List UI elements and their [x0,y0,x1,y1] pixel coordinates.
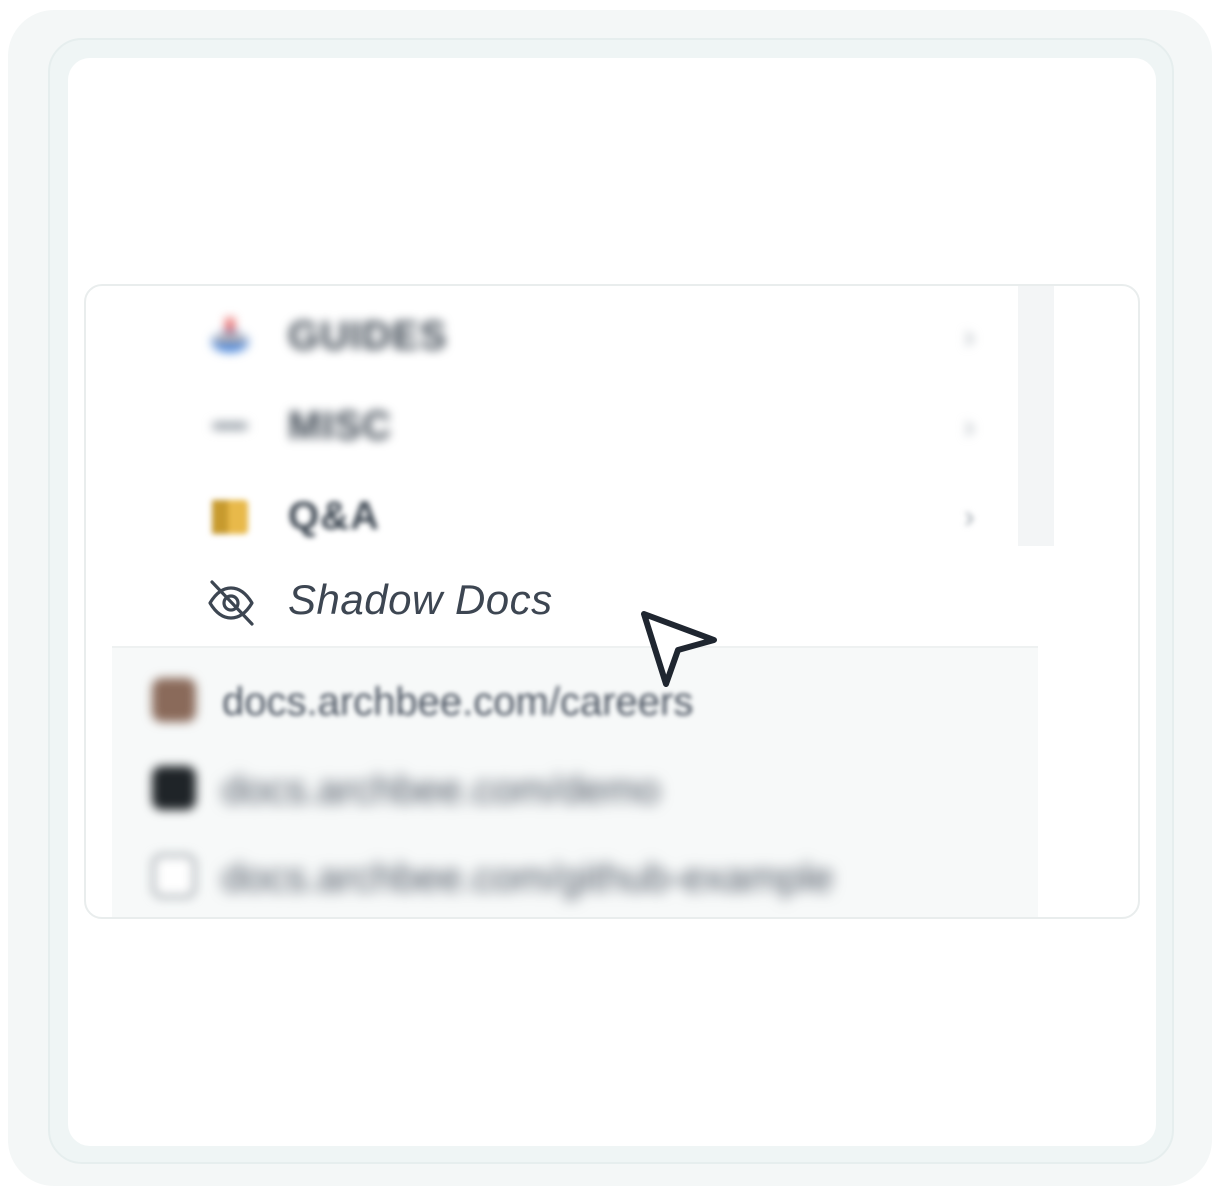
sidebar-scroll-edge [1018,286,1054,546]
link-item-github-example[interactable]: docs.archbee.com/github-example [112,830,1038,917]
briefcase-icon [152,678,196,722]
sidebar-item-misc[interactable]: MISC › [128,380,1058,468]
tablet-icon [152,854,196,898]
chevron-right-icon: › [964,498,975,534]
link-item-careers[interactable]: docs.archbee.com/careers [112,654,1038,742]
link-item-demo[interactable]: docs.archbee.com/demo [112,742,1038,830]
sidebar-item-shadow-docs[interactable] [128,556,1058,644]
eye-off-icon [204,576,258,630]
link-text: docs.archbee.com/github-example [222,856,834,900]
sidebar-panel: GUIDES › MISC › Q&A › [128,286,1058,646]
folder-emoji-icon [206,492,254,540]
dark-square-icon [152,766,196,810]
chevron-right-icon: › [964,408,975,444]
pointer-cursor-icon [636,604,726,694]
shadow-docs-label[interactable]: Shadow Docs [288,576,553,624]
sidebar-item-label: Q&A [288,494,380,538]
sidebar-item-guides[interactable]: GUIDES › [128,290,1058,378]
dash-icon [206,402,254,450]
sidebar-menu-card: GUIDES › MISC › Q&A › Shadow Docs docs.a… [84,284,1140,919]
sidebar-item-qa[interactable]: Q&A › [128,470,1058,558]
compass-emoji-icon [206,312,254,360]
links-dropdown: docs.archbee.com/careers docs.archbee.co… [112,646,1038,917]
link-text: docs.archbee.com/careers [222,680,694,724]
sidebar-item-label: MISC [288,404,392,448]
chevron-right-icon: › [964,318,975,354]
sidebar-item-label: GUIDES [288,314,448,358]
link-text: docs.archbee.com/demo [222,768,661,812]
